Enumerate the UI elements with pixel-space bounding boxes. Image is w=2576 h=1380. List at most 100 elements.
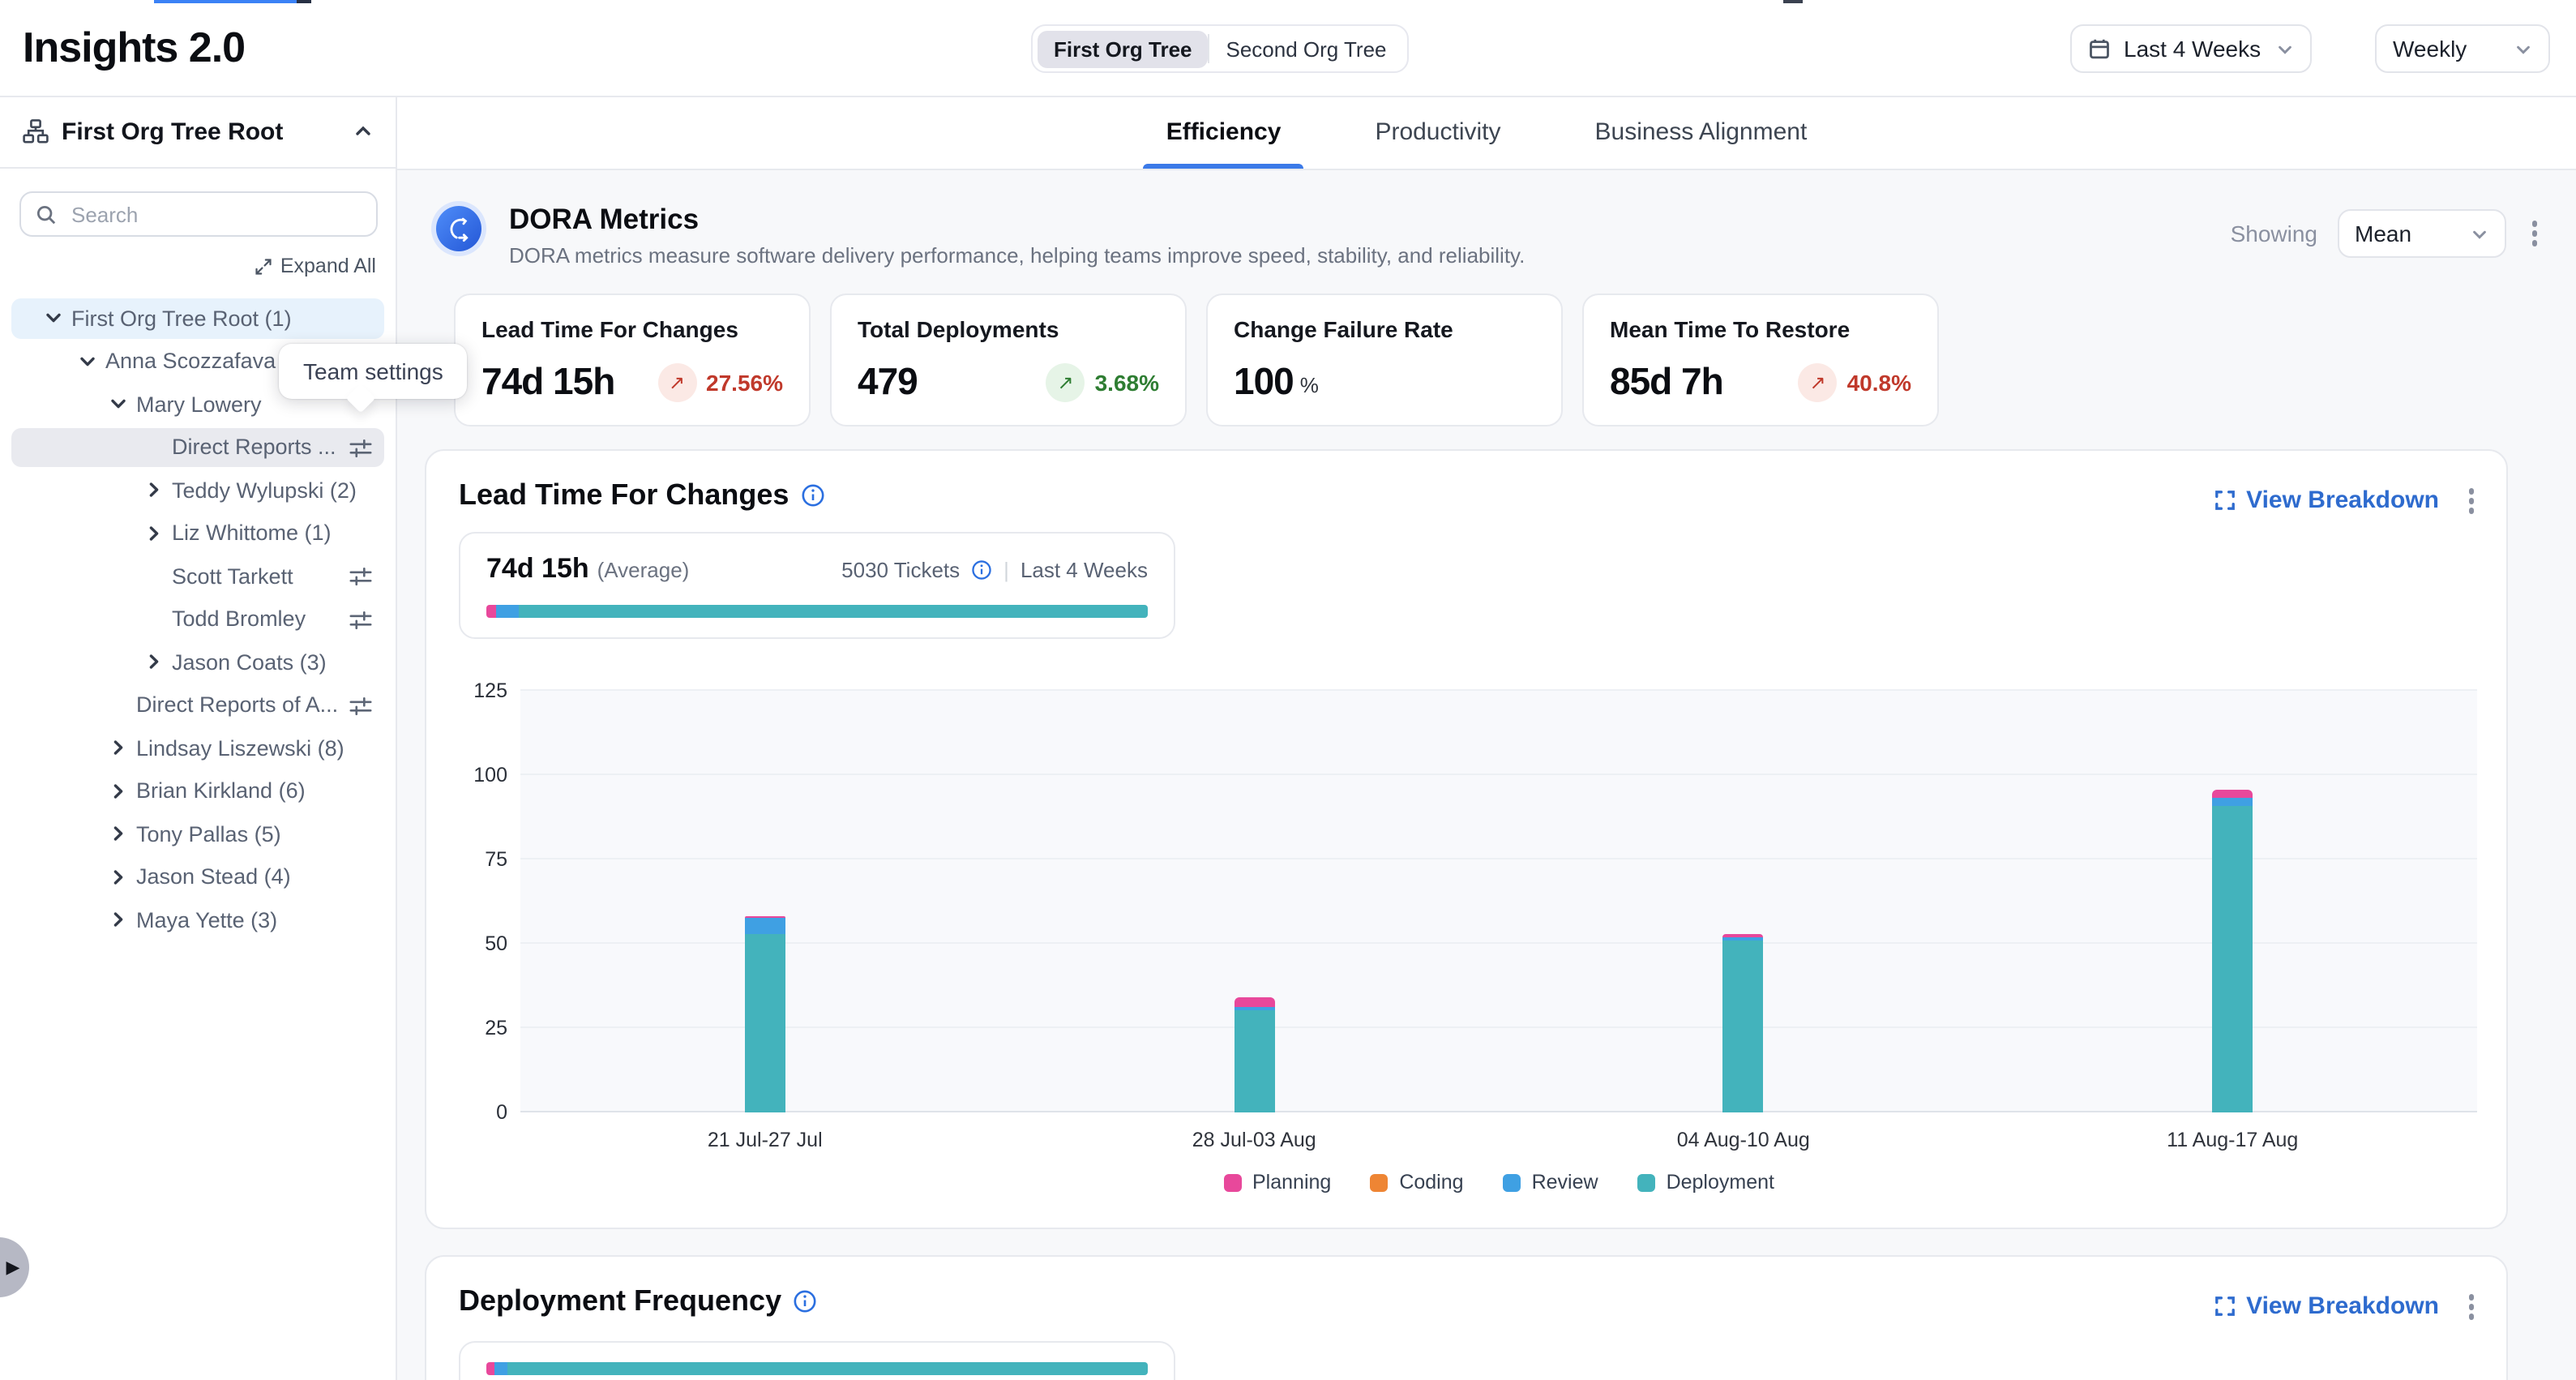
team-settings-tooltip: Team settings [279,344,468,399]
tree-item-jason-coats-3[interactable]: Jason Coats (3) [0,641,396,684]
tree-item-label: First Org Tree Root (1) [71,306,396,331]
legend-item-deployment[interactable]: Deployment [1637,1171,1774,1194]
date-range-select[interactable]: Last 4 Weeks [2070,24,2312,73]
tree-item-scott-tarkett[interactable]: Scott Tarkett [0,555,396,598]
toggle-first-org-tree[interactable]: First Org Tree [1038,30,1209,67]
tree-item-direct-reports-of-a[interactable]: Direct Reports of A... [0,684,396,726]
page-title: Insights 2.0 [23,23,245,73]
metric-cards: Lead Time For Changes74d 15h↗27.56% Total… [454,294,1939,426]
search-input[interactable] [68,200,362,228]
legend-item-review[interactable]: Review [1503,1171,1598,1194]
app-window: Insights 2.0 First Org Tree Second Org T… [0,0,2576,1380]
team-settings-icon[interactable] [349,693,373,718]
chevron-right-icon[interactable] [109,868,136,887]
team-settings-icon[interactable] [349,564,373,589]
view-breakdown-button[interactable]: View Breakdown [2214,1293,2439,1321]
tree-item-teddy-wylupski-2[interactable]: Teddy Wylupski (2) [0,469,396,512]
legend-label: Planning [1252,1171,1331,1194]
bar-segment-review [2212,797,2253,805]
bar-28-jul-03-aug[interactable] [1234,996,1274,1112]
x-label-2: 28 Jul-03 Aug [1140,1129,1367,1151]
gridline-75 [520,858,2477,859]
metric-delta: ↗40.8% [1799,362,1911,401]
bar-segment-review [745,919,785,934]
legend-chip-deployment [1637,1173,1655,1191]
tab-business-alignment[interactable]: Business Alignment [1573,96,1830,169]
bar-segment-deployment [745,934,785,1112]
granularity-select[interactable]: Weekly [2375,24,2550,73]
sidebar-search[interactable] [19,191,378,237]
bar-11-aug-17-aug[interactable] [2212,791,2253,1112]
chevron-right-icon[interactable] [144,481,172,500]
tree-item-label: Brian Kirkland (6) [136,779,396,804]
metric-value: 74d 15h [481,360,614,404]
lead-time-menu-kebab-icon[interactable] [2462,482,2480,520]
metric-value: 479 [858,360,918,404]
deployment-frequency-card: Deployment Frequency View Breakdown [425,1255,2508,1380]
metric-title: Total Deployments [858,316,1159,342]
sidebar-header[interactable]: First Org Tree Root [0,96,396,169]
tree-item-brian-kirkland-6[interactable]: Brian Kirkland (6) [0,769,396,812]
collapse-chevron-up-icon[interactable] [353,122,373,141]
info-icon[interactable] [793,1289,817,1314]
expand-all-button[interactable]: Expand All [255,255,376,277]
screen-artifact [1783,0,1803,3]
legend-item-planning[interactable]: Planning [1223,1171,1331,1194]
average-stacked-bar [486,1362,1148,1374]
x-label-4: 11 Aug-17 Aug [2119,1129,2346,1151]
divider: | [1003,558,1009,582]
chevron-right-icon[interactable] [109,782,136,801]
tree-item-lindsay-liszewski-8[interactable]: Lindsay Liszewski (8) [0,726,396,769]
deployment-menu-kebab-icon[interactable] [2462,1288,2480,1326]
tree-item-tony-pallas-5[interactable]: Tony Pallas (5) [0,812,396,855]
chevron-right-icon[interactable] [109,911,136,930]
chevron-right-icon[interactable] [109,825,136,844]
tree-item-todd-bromley[interactable]: Todd Bromley [0,598,396,641]
bar-21-jul-27-jul[interactable] [745,916,785,1113]
dora-menu-kebab-icon[interactable] [2525,215,2544,253]
metric-delta-value: 27.56% [706,369,783,395]
legend-chip-planning [1223,1173,1241,1191]
aggregation-select[interactable]: Mean [2337,209,2505,258]
team-settings-icon[interactable] [349,435,373,460]
y-tick-100: 100 [436,764,507,786]
legend-item-coding[interactable]: Coding [1370,1171,1463,1194]
gridline-100 [520,774,2477,775]
chevron-down-icon[interactable] [44,309,71,328]
tree-item-direct-reports[interactable]: Direct Reports ... [0,426,396,469]
tree-item-jason-stead-4[interactable]: Jason Stead (4) [0,855,396,898]
info-icon[interactable] [800,483,824,508]
metric-unit: % [1300,373,1319,397]
date-range-value: Last 4 Weeks [2124,36,2261,62]
view-breakdown-button[interactable]: View Breakdown [2214,487,2439,515]
chevron-right-icon[interactable] [144,653,172,672]
y-tick-75: 75 [436,848,507,871]
tree-item-maya-yette-3[interactable]: Maya Yette (3) [0,898,396,941]
gridline-50 [520,942,2477,944]
dora-section-subtitle: DORA metrics measure software delivery p… [509,243,1525,268]
tab-productivity[interactable]: Productivity [1352,96,1523,169]
bar-segment-deployment [2212,805,2253,1112]
chevron-down-icon[interactable] [78,352,105,371]
chart-legend: Planning Coding Review Deployment [520,1171,2477,1194]
metric-value: 85d 7h [1610,360,1723,404]
main-content: Efficiency Productivity Business Alignment… [397,96,2576,1380]
dora-metrics-icon [431,201,486,256]
metric-value-row: 74d 15h↗27.56% [481,360,783,404]
tab-efficiency[interactable]: Efficiency [1144,96,1304,169]
chevron-right-icon[interactable] [144,524,172,543]
toggle-second-org-tree[interactable]: Second Org Tree [1210,30,1403,67]
team-settings-icon[interactable] [349,607,373,632]
info-icon[interactable] [971,559,992,581]
metric-card-lead-time-for-changes: Lead Time For Changes74d 15h↗27.56% [454,294,811,426]
bar-04-aug-10-aug[interactable] [1723,935,1764,1112]
legend-chip-review [1503,1173,1521,1191]
x-label-1: 21 Jul-27 Jul [652,1129,879,1151]
gridline-25 [520,1026,2477,1028]
chevron-right-icon[interactable] [109,739,136,758]
tree-item-liz-whittome-1[interactable]: Liz Whittome (1) [0,512,396,555]
tree-item-first-org-tree-root-1[interactable]: First Org Tree Root (1) [0,297,396,340]
search-icon [36,204,57,225]
metric-value-row: 100% [1234,360,1535,404]
chevron-down-icon[interactable] [109,395,136,414]
